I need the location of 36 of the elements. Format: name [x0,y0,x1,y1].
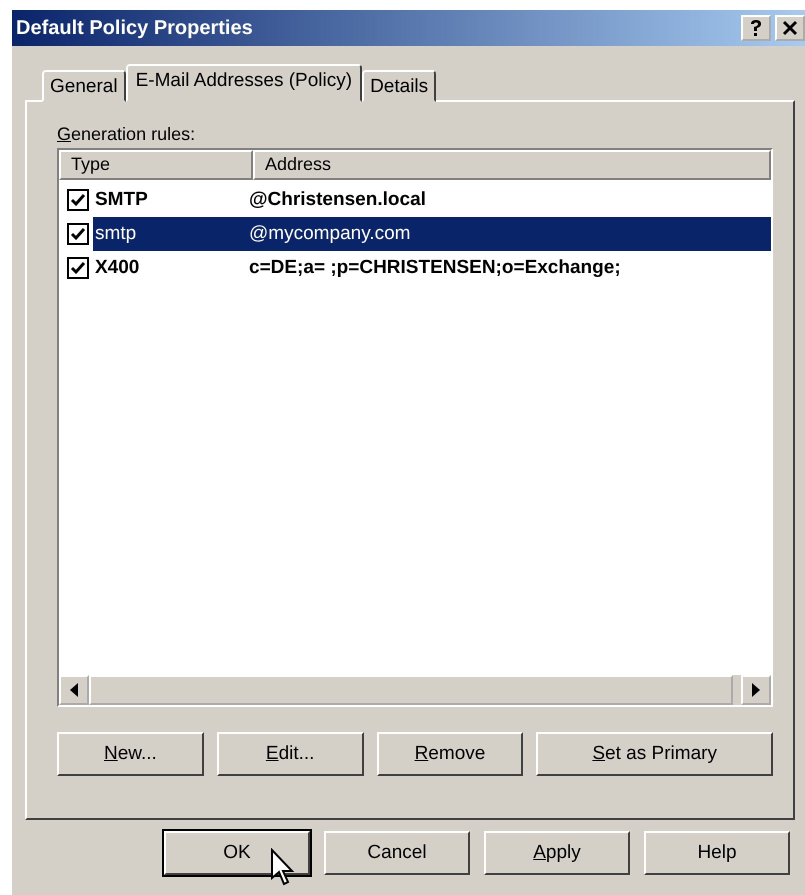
list-button[interactable]: Edit... [216,732,364,776]
list-row[interactable]: SMTP @Christensen.local [93,183,771,217]
close-icon [782,20,798,36]
scroll-right-button[interactable] [741,675,771,705]
close-button[interactable] [775,15,805,41]
list-button[interactable]: Set as Primary [536,732,773,776]
checkbox[interactable] [67,257,89,279]
list-row[interactable]: smtp @mycompany.com [93,217,771,251]
right-arrow-icon [752,683,760,697]
column-header[interactable]: Type [59,150,253,180]
mouse-cursor-icon [270,848,296,888]
type-cell-text: SMTP [94,189,149,211]
type-cell-text: X400 [94,257,140,279]
help-icon [748,19,764,37]
checkbox[interactable] [67,223,89,245]
list-button[interactable]: Remove [376,732,524,776]
left-arrow-icon [70,683,78,697]
tab[interactable]: Details [362,70,436,102]
window-title: Default Policy Properties [16,16,253,40]
column-header[interactable]: Address [253,150,771,180]
dialog-button[interactable]: Help [644,831,790,875]
help-button[interactable] [741,15,771,41]
checkbox[interactable] [67,189,89,211]
address-cell: c=DE;a= ;p=CHRISTENSEN;o=Exchange; [249,257,621,279]
tab[interactable]: General [42,70,126,102]
scroll-left-button[interactable] [59,675,89,705]
dialog-button[interactable]: Apply [484,831,630,875]
address-cell: @Christensen.local [249,189,426,211]
tab[interactable]: E-Mail Addresses (Policy) [126,64,362,102]
dialog-button[interactable]: Cancel [324,831,470,875]
list-row[interactable]: X400 c=DE;a= ;p=CHRISTENSEN;o=Exchange; [93,251,771,285]
dialog-button[interactable]: OK [164,831,310,875]
type-cell-text: smtp [94,223,138,245]
list-button[interactable]: New... [57,732,204,776]
address-cell: @mycompany.com [249,223,410,245]
list-label: Generation rules: [57,124,196,146]
